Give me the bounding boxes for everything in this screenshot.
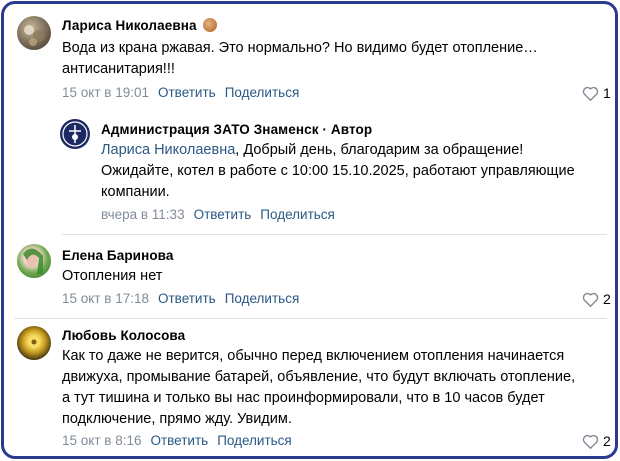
comment-text: Отопления нет [62, 268, 163, 284]
divider [62, 234, 607, 235]
comment-author[interactable]: Любовь Колосова [62, 328, 185, 343]
comment-time[interactable]: 15 окт в 8:16 [62, 433, 141, 448]
like-count: 2 [603, 291, 611, 307]
avatar[interactable] [17, 244, 51, 278]
comment-meta: вчера в 11:33 Ответить Поделиться [101, 207, 335, 222]
emblem-icon [62, 121, 88, 147]
comment-time[interactable]: 15 окт в 19:01 [62, 85, 149, 100]
comments-panel: Лариса Николаевна Вода из крана ржавая. … [1, 1, 618, 459]
avatar-image [23, 248, 43, 274]
reply-button[interactable]: Ответить [158, 291, 216, 306]
heart-outline-icon [582, 86, 599, 101]
comment-time[interactable]: вчера в 11:33 [101, 207, 185, 222]
avatar[interactable] [17, 16, 51, 50]
share-button[interactable]: Поделиться [217, 433, 292, 448]
comment-meta: 15 окт в 8:16 Ответить Поделиться [62, 433, 292, 448]
divider [14, 318, 607, 319]
heart-outline-icon [582, 434, 599, 449]
reply-button[interactable]: Ответить [194, 207, 252, 222]
avatar-image [28, 336, 40, 348]
reply-button[interactable]: Ответить [150, 433, 208, 448]
like-button[interactable]: 2 [582, 291, 611, 307]
like-count: 1 [603, 85, 611, 101]
comment-text: Вода из крана ржавая. Это нормально? Но … [62, 40, 538, 77]
reply-button[interactable]: Ответить [158, 85, 216, 100]
like-count: 2 [603, 433, 611, 449]
like-button[interactable]: 1 [582, 85, 611, 101]
avatar[interactable] [17, 326, 51, 360]
avatar-image [24, 25, 45, 46]
comment-meta: 15 окт в 17:18 Ответить Поделиться [62, 291, 299, 306]
comment-author[interactable]: Администрация ЗАТО Знаменск · Автор [101, 122, 372, 137]
comment-meta: 15 окт в 19:01 Ответить Поделиться [62, 85, 299, 100]
share-button[interactable]: Поделиться [225, 85, 300, 100]
comment-text: Лариса Николаевна, Добрый день, благодар… [101, 142, 575, 200]
comment-author[interactable]: Елена Баринова [62, 248, 174, 263]
comment-text: Как то даже не верится, обычно перед вкл… [62, 348, 576, 427]
like-button[interactable]: 2 [582, 433, 611, 449]
share-button[interactable]: Поделиться [260, 207, 335, 222]
emoji-badge-icon [202, 18, 217, 32]
avatar[interactable] [60, 119, 90, 149]
comment-time[interactable]: 15 окт в 17:18 [62, 291, 149, 306]
share-button[interactable]: Поделиться [225, 291, 300, 306]
mention-link[interactable]: Лариса Николаевна [101, 142, 235, 158]
comment-author[interactable]: Лариса Николаевна [62, 18, 217, 33]
heart-outline-icon [582, 292, 599, 307]
